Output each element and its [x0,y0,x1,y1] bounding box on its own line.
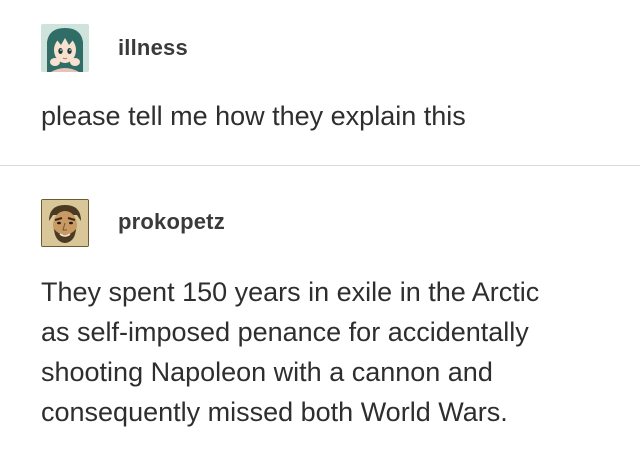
post-thread: illness please tell me how they explain … [0,0,640,465]
post-body-line: as self-imposed penance for accidentally [41,317,529,347]
anime-girl-avatar-icon [41,24,89,72]
post-body-line: They spent 150 years in exile in the Arc… [41,277,540,307]
avatar-illness[interactable] [41,24,89,72]
post-prokopetz: prokopetz They spent 150 years in exile … [0,166,640,465]
avatar-prokopetz[interactable] [41,199,89,247]
post-body-line: consequently missed both World Wars. [41,397,508,427]
username-illness[interactable]: illness [118,35,188,61]
post-illness: illness please tell me how they explain … [0,0,640,165]
post-body-line: shooting Napoleon with a cannon and [41,357,493,387]
post-body-prokopetz: They spent 150 years in exile in the Arc… [41,272,621,432]
post-body-illness: please tell me how they explain this [41,96,621,136]
bearded-man-avatar-icon [41,199,89,247]
post-body-line: please tell me how they explain this [41,101,466,131]
username-prokopetz[interactable]: prokopetz [118,209,225,235]
